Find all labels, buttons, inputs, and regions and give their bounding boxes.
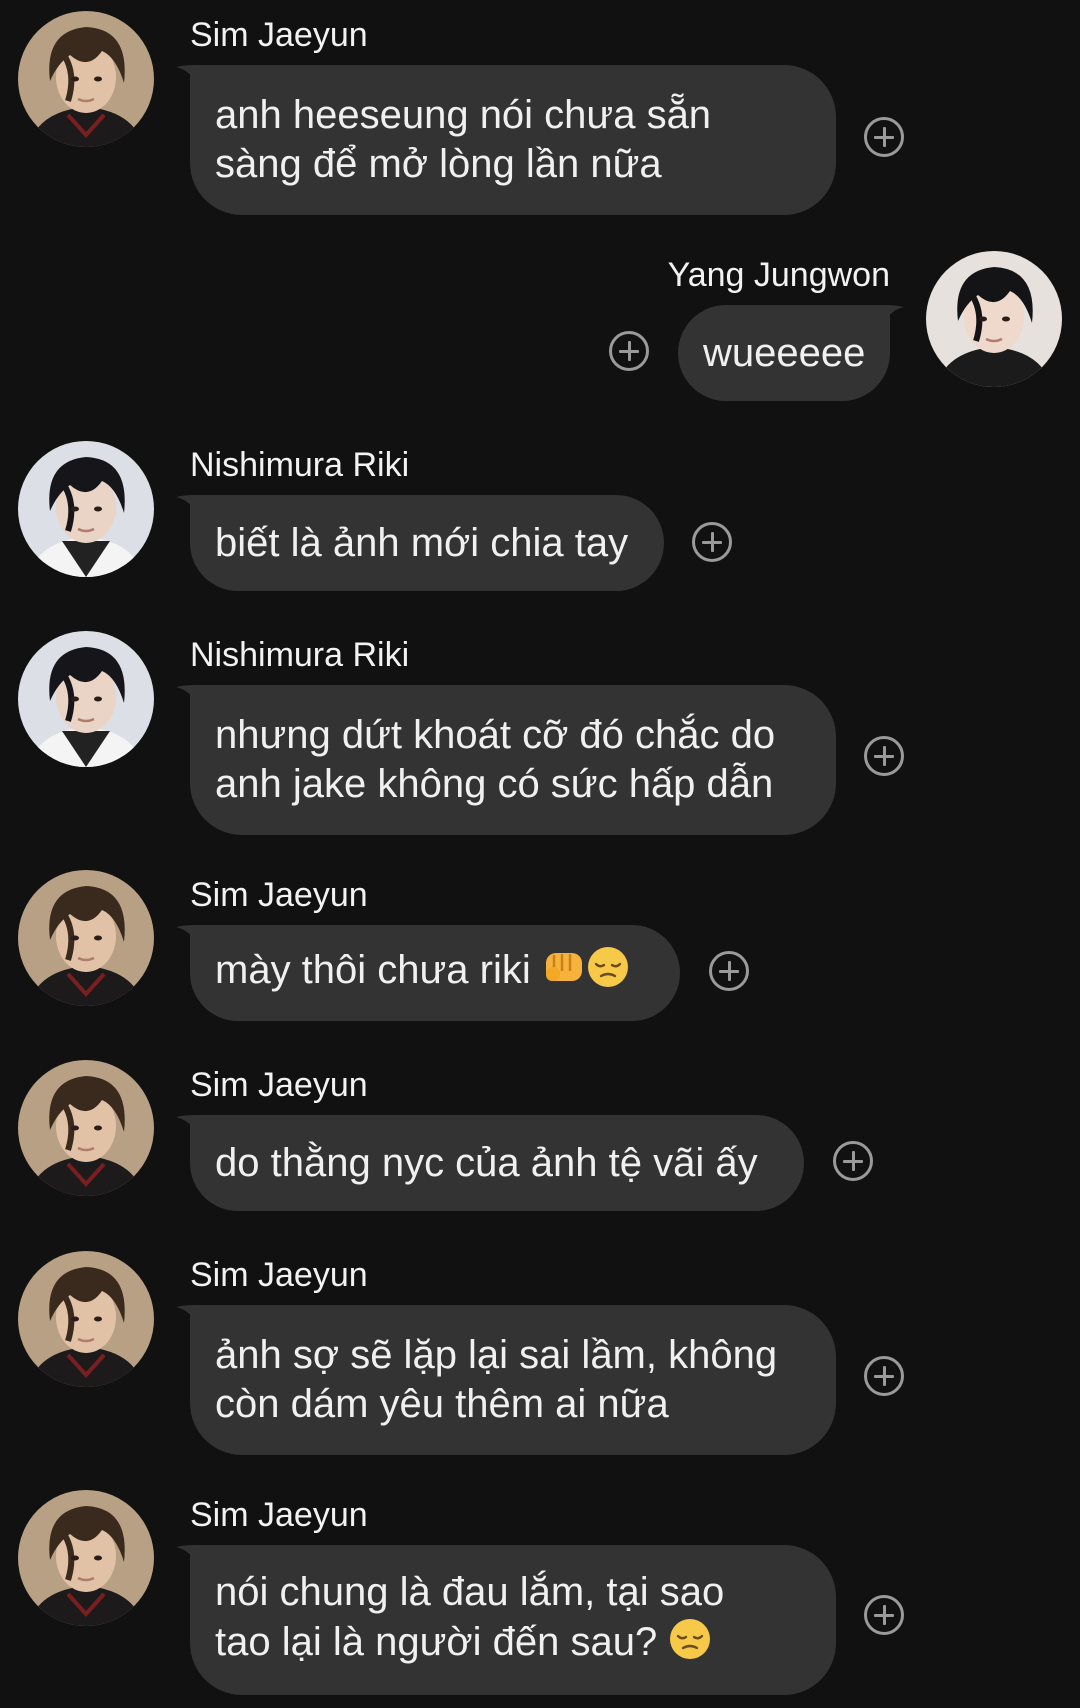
add-reaction-icon[interactable] [864, 117, 904, 157]
sender-name: Sim Jaeyun [190, 16, 368, 54]
sender-name: Sim Jaeyun [190, 1066, 368, 1104]
message-text-line: do thằng nyc của ảnh tệ vãi ấy [215, 1140, 758, 1185]
message-text-line: mày thôi chưa riki [215, 948, 542, 992]
message-text: wueeeee [703, 329, 865, 378]
message-text: còn dám yêu thêm ai nữa [215, 1380, 811, 1429]
message-bubble[interactable]: nói chung là đau lắm, tại sao tao lại là … [190, 1545, 836, 1695]
sender-name: Sim Jaeyun [190, 1256, 368, 1294]
message-row: Sim Jaeyun mày thôi chưa riki [0, 870, 1080, 1031]
message-bubble[interactable]: wueeeee [678, 305, 890, 401]
jaeyun-avatar[interactable] [18, 1060, 154, 1196]
add-reaction-icon[interactable] [864, 1595, 904, 1635]
chat-thread: Sim Jaeyun anh heeseung nói chưa sẵn sàng … [0, 0, 1080, 1708]
message-bubble[interactable]: anh heeseung nói chưa sẵn sàng để mở lòng… [190, 65, 836, 215]
message-bubble[interactable]: ảnh sợ sẽ lặp lại sai lầm, không còn dám … [190, 1305, 836, 1455]
message-text: biết là ảnh mới chia tay [215, 519, 639, 568]
message-text: sàng để mở lòng lần nữa [215, 140, 811, 189]
message-text-line: nói chung là đau lắm, tại sao [215, 1569, 725, 1614]
sender-name: Nishimura Riki [190, 446, 410, 484]
message-row: Nishimura Riki nhưng dứt khoát cỡ đó chắc… [0, 631, 1080, 845]
sender-name: Sim Jaeyun [190, 1496, 368, 1534]
message-text: nhưng dứt khoát cỡ đó chắc do [215, 711, 811, 760]
message-text: do thằng nyc của ảnh tệ vãi ấy [215, 1139, 779, 1188]
message-text-line: biết là ảnh mới chia tay [215, 520, 629, 565]
message-text: nói chung là đau lắm, tại sao [215, 1568, 811, 1617]
message-text-line: còn dám yêu thêm ai nữa [215, 1382, 669, 1426]
message-row: Sim Jaeyun nói chung là đau lắm, tại sao t… [0, 1490, 1080, 1705]
message-bubble[interactable]: do thằng nyc của ảnh tệ vãi ấy [190, 1115, 804, 1211]
message-text: tao lại là người đến sau? [215, 1617, 811, 1673]
sender-name: Nishimura Riki [190, 636, 410, 674]
sender-name: Sim Jaeyun [190, 876, 368, 914]
message-row: Sim Jaeyun anh heeseung nói chưa sẵn sàng … [0, 11, 1080, 225]
add-reaction-icon[interactable] [864, 1356, 904, 1396]
message-text-line: anh jake không có sức hấp dẫn [215, 762, 774, 806]
add-reaction-icon[interactable] [864, 736, 904, 776]
message-text-line: ảnh sợ sẽ lặp lại sai lầm, không [215, 1333, 778, 1377]
message-text: anh jake không có sức hấp dẫn [215, 760, 811, 809]
message-text-line: tao lại là người đến sau? [215, 1619, 669, 1664]
message-text-line: nhưng dứt khoát cỡ đó chắc do [215, 713, 776, 757]
message-text: ảnh sợ sẽ lặp lại sai lầm, không [215, 1331, 811, 1380]
message-bubble[interactable]: mày thôi chưa riki [190, 925, 680, 1021]
jaeyun-avatar[interactable] [18, 870, 154, 1006]
message-text: mày thôi chưa riki [215, 945, 655, 1001]
message-row: Sim Jaeyun do thằng nyc của ảnh tệ vãi ấy [0, 1060, 1080, 1221]
message-text-line: sàng để mở lòng lần nữa [215, 142, 662, 186]
fist-emoji [542, 945, 586, 1001]
pensive-emoji [668, 1617, 712, 1673]
message-text-line: wueeeee [703, 330, 866, 375]
message-text: anh heeseung nói chưa sẵn [215, 91, 811, 140]
message-bubble[interactable]: biết là ảnh mới chia tay [190, 495, 664, 591]
riki-avatar[interactable] [18, 441, 154, 577]
jaeyun-avatar[interactable] [18, 11, 154, 147]
add-reaction-icon[interactable] [709, 951, 749, 991]
message-row: Nishimura Riki biết là ảnh mới chia tay [0, 441, 1080, 601]
jaeyun-avatar[interactable] [18, 1251, 154, 1387]
add-reaction-icon[interactable] [833, 1141, 873, 1181]
message-bubble[interactable]: nhưng dứt khoát cỡ đó chắc do anh jake kh… [190, 685, 836, 835]
jaeyun-avatar[interactable] [18, 1490, 154, 1626]
sender-name: Yang Jungwon [667, 256, 890, 294]
jungwon-avatar[interactable] [926, 251, 1062, 387]
message-row: Yang Jungwon wueeeee [0, 251, 1080, 411]
message-row: Sim Jaeyun ảnh sợ sẽ lặp lại sai lầm, khô… [0, 1251, 1080, 1465]
message-text-line: anh heeseung nói chưa sẵn [215, 93, 712, 137]
pensive-emoji [586, 945, 630, 1001]
riki-avatar[interactable] [18, 631, 154, 767]
add-reaction-icon[interactable] [692, 522, 732, 562]
add-reaction-icon[interactable] [609, 331, 649, 371]
